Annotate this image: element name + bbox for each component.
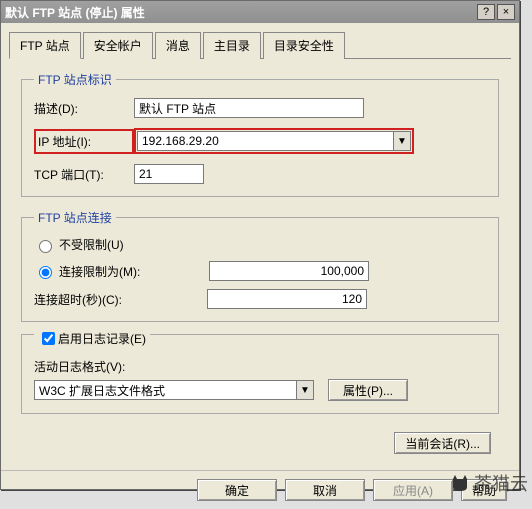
panel-ftp-site: FTP 站点标识 描述(D): IP 地址(I): ▼ TCP 端口(T): [9, 59, 511, 462]
help-icon[interactable]: ? [477, 4, 495, 20]
ok-button[interactable]: 确定 [197, 479, 277, 501]
ip-address-input[interactable] [137, 131, 393, 151]
log-format-combo[interactable]: ▼ [34, 380, 314, 400]
timeout-input[interactable] [207, 289, 367, 309]
group-site-connection: FTP 站点连接 不受限制(U) 连接限制为(M): 连接超时(秒)(C): [21, 209, 499, 322]
tab-ftp-site[interactable]: FTP 站点 [9, 32, 81, 59]
checkbox-enable-logging[interactable] [42, 332, 55, 345]
radio-unlimited-label: 不受限制(U) [59, 236, 124, 253]
chevron-down-icon[interactable]: ▼ [296, 380, 314, 400]
log-format-label: 活动日志格式(V): [34, 358, 125, 375]
ip-address-highlight: ▼ [134, 128, 414, 154]
dialog-button-bar: 确定 取消 应用(A) 帮助 [1, 470, 519, 509]
tcp-port-label: TCP 端口(T): [34, 166, 134, 183]
tab-strip: FTP 站点 安全帐户 消息 主目录 目录安全性 [9, 31, 511, 59]
group-site-identity-legend: FTP 站点标识 [34, 71, 116, 88]
tab-messages[interactable]: 消息 [155, 32, 201, 59]
properties-dialog: 默认 FTP 站点 (停止) 属性 ? × FTP 站点 安全帐户 消息 主目录… [0, 0, 520, 490]
window-title: 默认 FTP 站点 (停止) 属性 [5, 4, 145, 21]
titlebar[interactable]: 默认 FTP 站点 (停止) 属性 ? × [1, 1, 519, 23]
group-logging: 启用日志记录(E) 活动日志格式(V): ▼ 属性(P)... [21, 334, 499, 414]
radio-limit[interactable] [39, 266, 52, 279]
description-input[interactable] [134, 98, 364, 118]
tab-security-accounts[interactable]: 安全帐户 [83, 32, 153, 59]
tab-directory-security[interactable]: 目录安全性 [263, 32, 345, 59]
group-site-identity: FTP 站点标识 描述(D): IP 地址(I): ▼ TCP 端口(T): [21, 71, 499, 197]
radio-limit-label: 连接限制为(M): [59, 263, 169, 280]
tab-home-directory[interactable]: 主目录 [203, 32, 261, 59]
chevron-down-icon[interactable]: ▼ [393, 131, 411, 151]
close-icon[interactable]: × [497, 4, 515, 20]
description-label: 描述(D): [34, 100, 134, 117]
group-site-connection-legend: FTP 站点连接 [34, 209, 116, 226]
help-button[interactable]: 帮助 [461, 479, 507, 501]
connection-limit-input[interactable] [209, 261, 369, 281]
log-format-input[interactable] [34, 380, 296, 400]
ip-address-label: IP 地址(I): [34, 129, 134, 154]
titlebar-buttons: ? × [477, 4, 515, 20]
log-properties-button[interactable]: 属性(P)... [328, 379, 408, 401]
current-sessions-button[interactable]: 当前会话(R)... [394, 432, 491, 454]
enable-logging-label: 启用日志记录(E) [58, 330, 146, 347]
ip-address-combo[interactable]: ▼ [137, 131, 411, 151]
apply-button[interactable]: 应用(A) [373, 479, 453, 501]
cancel-button[interactable]: 取消 [285, 479, 365, 501]
radio-unlimited[interactable] [39, 240, 52, 253]
timeout-label: 连接超时(秒)(C): [34, 291, 149, 308]
tcp-port-input[interactable] [134, 164, 204, 184]
